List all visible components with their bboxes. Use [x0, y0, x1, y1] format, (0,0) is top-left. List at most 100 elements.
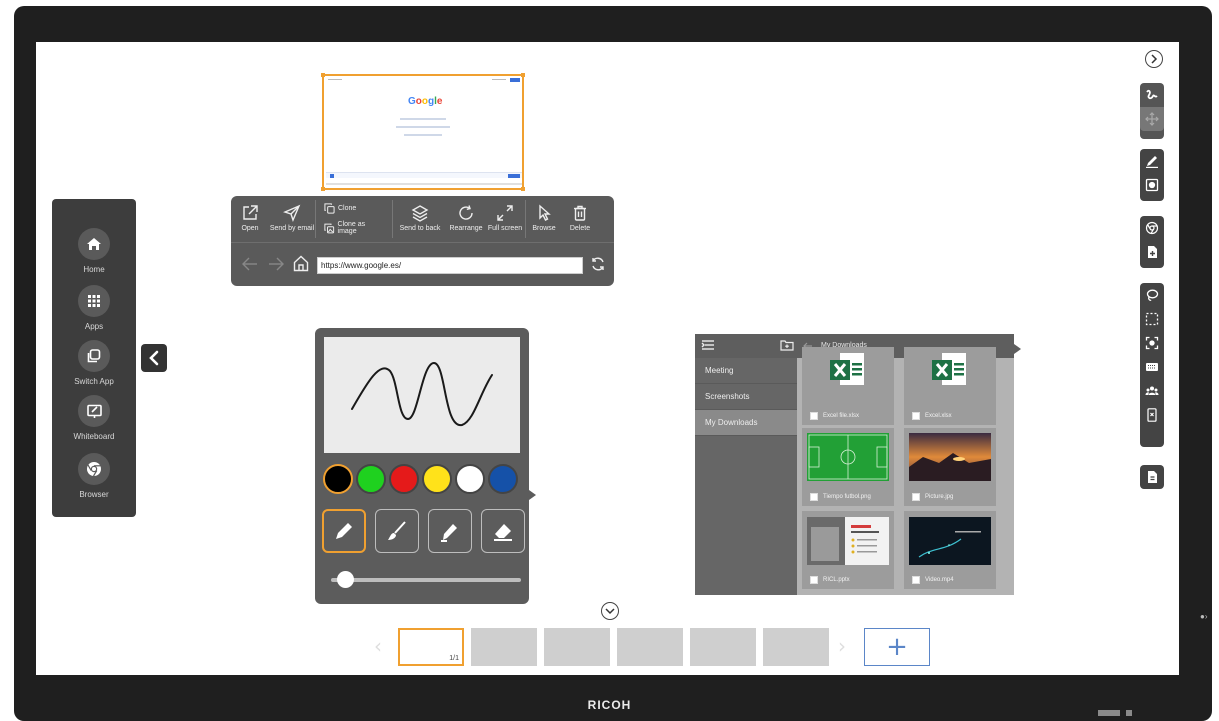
background-button[interactable]	[1140, 173, 1164, 197]
rearrange-button[interactable]: Rearrange	[447, 196, 485, 242]
clone-button[interactable]: Clone	[324, 203, 384, 214]
url-input[interactable]	[317, 257, 583, 274]
file-checkbox[interactable]	[810, 576, 818, 584]
pen-size-slider-handle[interactable]	[336, 571, 354, 588]
draw-tools-group	[1140, 149, 1164, 201]
browser-icon	[78, 453, 110, 485]
trash-icon	[574, 205, 586, 221]
dock-item-whiteboard[interactable]: Whiteboard	[52, 395, 136, 441]
sunset-photo-thumbnail	[909, 433, 991, 481]
page-thumbnail-empty	[617, 628, 683, 666]
folder-list: Meeting Screenshots My Downloads	[695, 358, 797, 595]
file-tile[interactable]: Picture.jpg	[904, 428, 996, 506]
collapse-dock-button[interactable]	[141, 344, 167, 372]
add-page-button[interactable]: +	[864, 628, 930, 666]
screen-capture-icon	[1145, 336, 1159, 350]
pen-icon	[1146, 156, 1158, 168]
insert-file-button[interactable]	[1140, 240, 1164, 264]
file-tile[interactable]: Excel.xlsx	[904, 347, 996, 425]
dock-item-home[interactable]: Home	[52, 228, 136, 274]
interaction-mode-group	[1140, 83, 1164, 139]
full-screen-button[interactable]: Full screen	[485, 196, 525, 242]
color-swatch-green[interactable]	[356, 464, 386, 494]
send-by-email-button[interactable]: Send by email	[269, 196, 315, 242]
lasso-button[interactable]	[1140, 283, 1164, 307]
forward-arrow-icon[interactable]	[267, 256, 285, 272]
mobile-connect-button[interactable]	[1140, 403, 1164, 427]
pen-size-slider-track[interactable]	[331, 578, 521, 582]
expand-right-toolbar-button[interactable]	[1145, 50, 1163, 68]
dock-item-browser[interactable]: Browser	[52, 453, 136, 499]
send-to-back-button[interactable]: Send to back	[393, 196, 447, 242]
panel-pointer-arrow	[529, 490, 536, 500]
brand-logo: RICOH	[587, 698, 632, 712]
color-swatch-white[interactable]	[455, 464, 485, 494]
refresh-icon[interactable]	[590, 256, 606, 272]
app-dock: Home Apps Switch App Whiteboard Browser	[52, 199, 136, 517]
document-icon	[1148, 471, 1157, 483]
page-thumbnail-current[interactable]: 1/1	[398, 628, 464, 666]
marker-tool-button[interactable]	[428, 509, 472, 553]
pen-mode-button[interactable]	[1140, 83, 1164, 107]
palette-icon	[1145, 178, 1159, 192]
send-icon	[283, 204, 301, 222]
color-swatch-red[interactable]	[389, 464, 419, 494]
previous-page-button[interactable]: ‹	[374, 634, 382, 658]
new-folder-icon[interactable]	[780, 339, 794, 351]
browse-button[interactable]: Browse	[526, 196, 562, 242]
football-field-thumbnail	[807, 433, 889, 481]
select-area-button[interactable]	[1140, 307, 1164, 331]
open-button[interactable]: Open	[231, 196, 269, 242]
browser-object[interactable]: Google	[321, 73, 525, 191]
browser-tool-button[interactable]	[1140, 216, 1164, 240]
browser-object-toolbar: Open Send by email Clone Clone as image	[231, 196, 614, 286]
back-arrow-icon[interactable]	[241, 256, 259, 272]
screenshot-button[interactable]	[1140, 331, 1164, 355]
bezel-indicator	[1098, 710, 1146, 718]
file-checkbox[interactable]	[912, 412, 920, 420]
apps-grid-icon	[78, 285, 110, 317]
file-tile[interactable]: Excel file.xlsx	[802, 347, 894, 425]
address-bar	[231, 242, 614, 286]
export-pdf-button[interactable]	[1140, 465, 1164, 489]
dock-item-switch-app[interactable]: Switch App	[52, 340, 136, 386]
excel-file-icon	[932, 353, 966, 385]
page-thumbnail-empty	[471, 628, 537, 666]
panel-pointer-arrow	[1014, 344, 1021, 354]
color-swatch-yellow[interactable]	[422, 464, 452, 494]
file-checkbox[interactable]	[810, 412, 818, 420]
home-icon[interactable]	[293, 255, 309, 272]
pointer-icon	[539, 204, 551, 221]
folder-item-selected[interactable]: My Downloads	[695, 410, 797, 436]
collapse-pages-button[interactable]	[601, 602, 619, 620]
file-tile[interactable]: Tiempo futbol.png	[802, 428, 894, 506]
menu-icon[interactable]	[701, 339, 715, 351]
color-swatch-blue[interactable]	[488, 464, 518, 494]
color-swatch-black[interactable]	[323, 464, 353, 494]
brush-tool-button[interactable]	[375, 509, 419, 553]
file-checkbox[interactable]	[912, 493, 920, 501]
video-thumbnail	[909, 517, 991, 565]
marker-icon	[441, 524, 457, 542]
keyboard-button[interactable]	[1140, 355, 1164, 379]
file-checkbox[interactable]	[810, 493, 818, 501]
eraser-tool-button[interactable]	[481, 509, 525, 553]
clone-as-image-button[interactable]: Clone as image	[324, 221, 384, 235]
file-checkbox[interactable]	[912, 576, 920, 584]
next-page-button[interactable]: ›	[838, 634, 846, 658]
whiteboard-canvas[interactable]: Home Apps Switch App Whiteboard Browser	[36, 42, 1179, 675]
pencil-tool-button[interactable]	[322, 509, 366, 553]
insert-tools-group	[1140, 216, 1164, 268]
pen-tool-button[interactable]	[1140, 149, 1164, 173]
folder-item[interactable]: Screenshots	[695, 384, 797, 410]
page-indicator: 1/1	[449, 655, 459, 662]
folder-item[interactable]: Meeting	[695, 358, 797, 384]
handwriting-icon	[1146, 89, 1158, 100]
move-icon	[1145, 112, 1159, 126]
dock-item-apps[interactable]: Apps	[52, 285, 136, 331]
delete-button[interactable]: Delete	[562, 196, 598, 242]
participants-button[interactable]	[1140, 379, 1164, 403]
file-tile[interactable]: RICL.pptx	[802, 511, 894, 589]
pan-mode-button[interactable]	[1140, 107, 1164, 131]
file-tile[interactable]: Video.mp4	[904, 511, 996, 589]
